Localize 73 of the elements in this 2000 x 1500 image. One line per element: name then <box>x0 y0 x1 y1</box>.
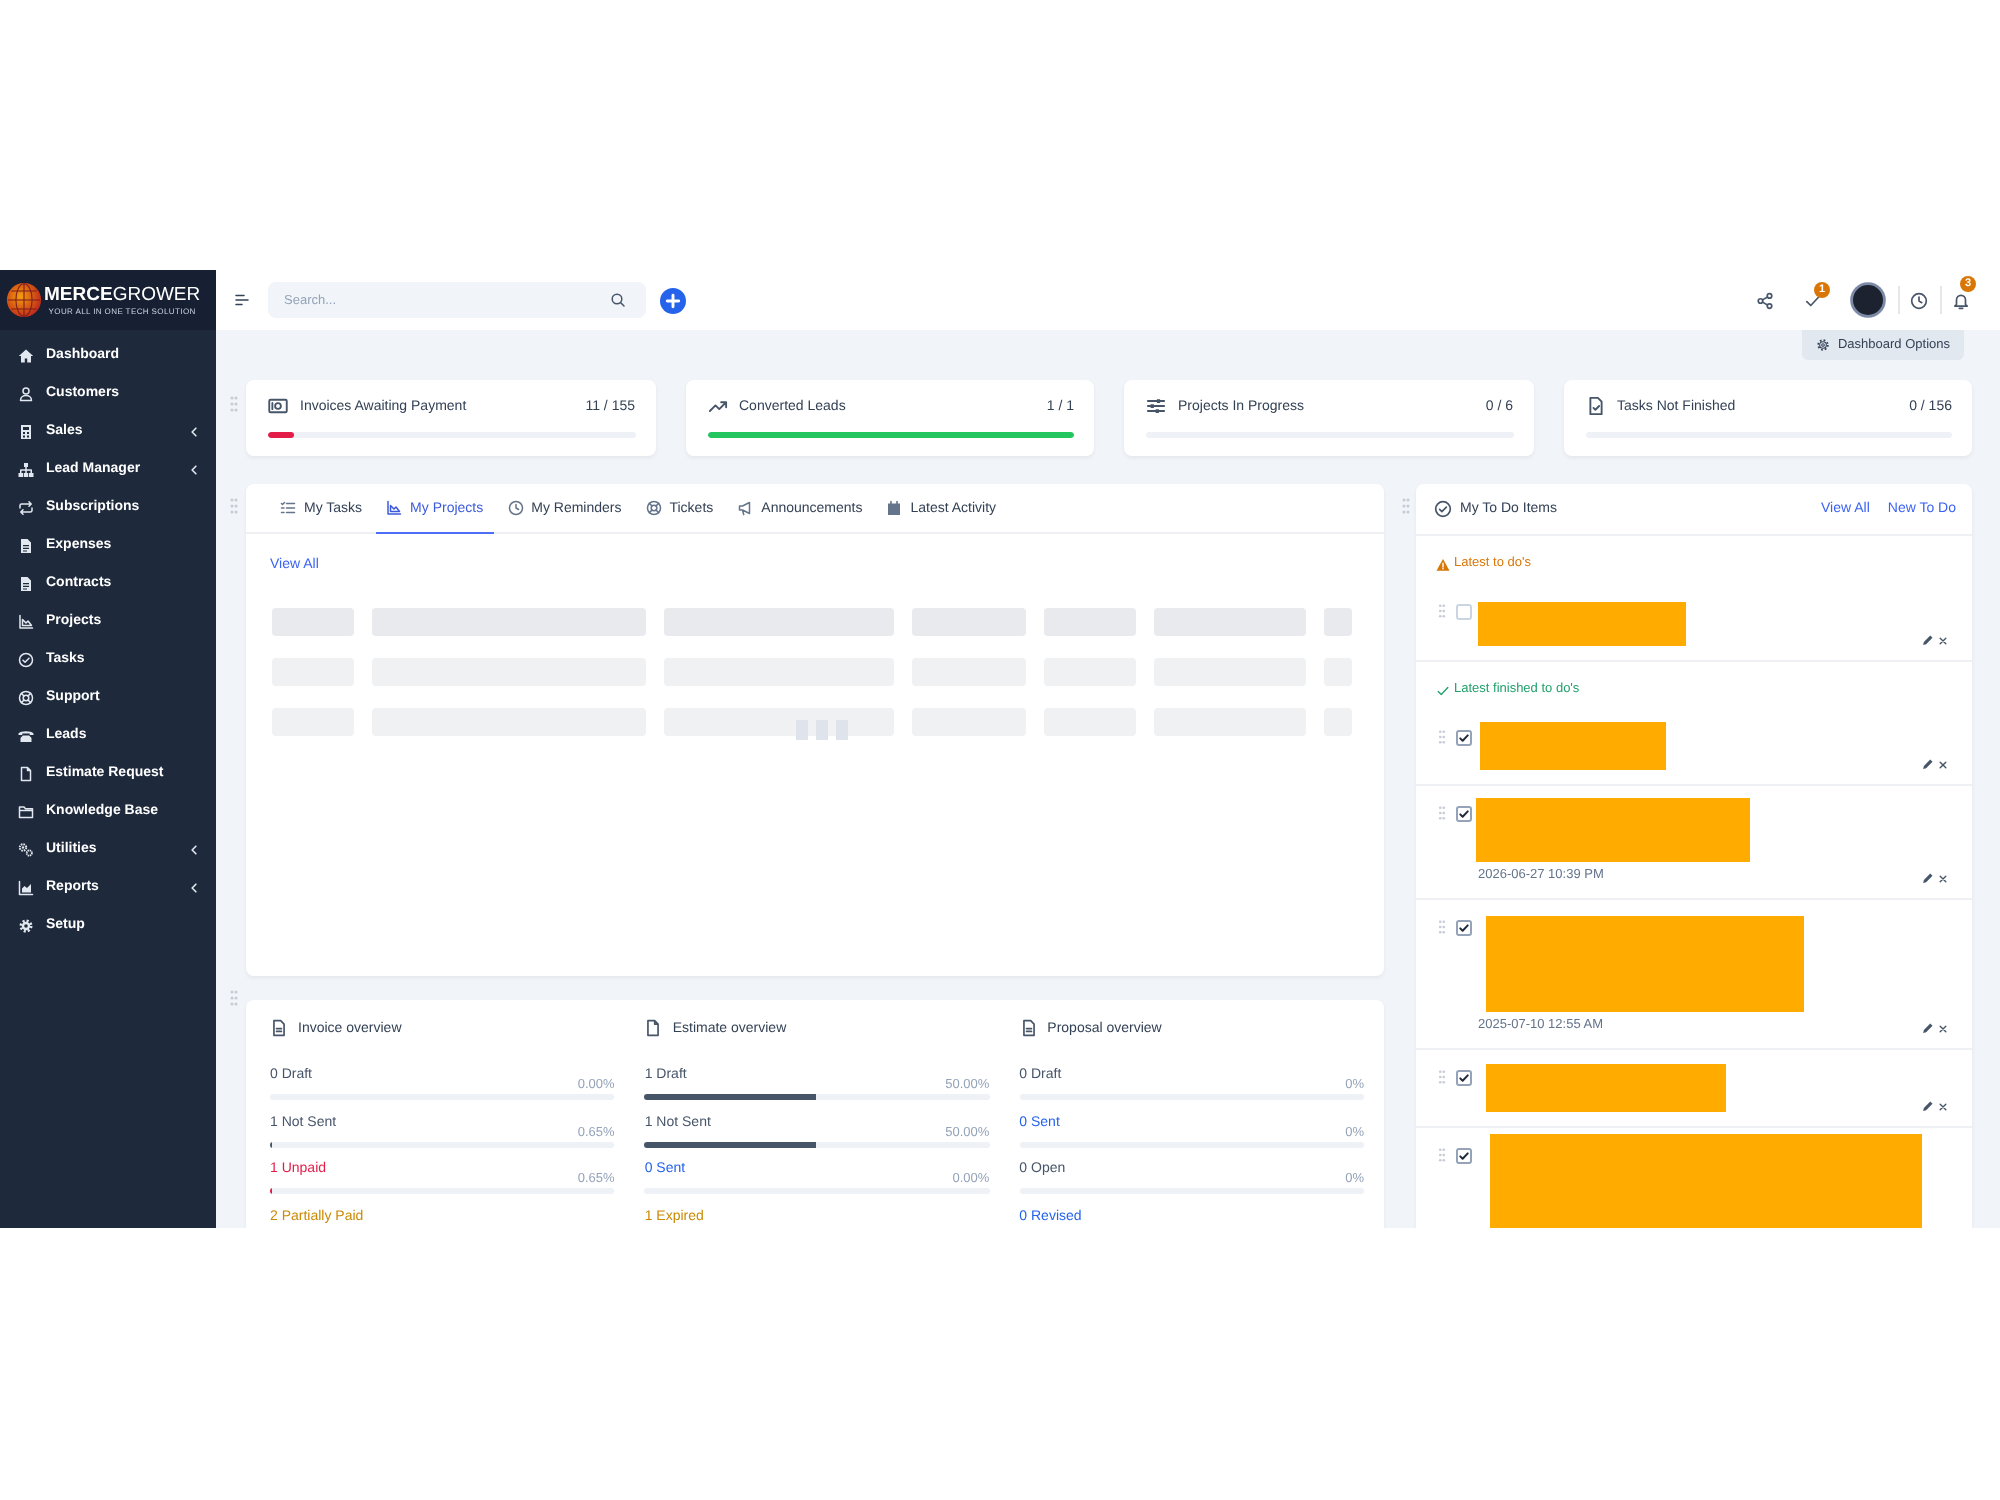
avatar-icon[interactable] <box>1850 282 1886 318</box>
pencil-icon[interactable] <box>1922 1100 1934 1112</box>
cross-icon[interactable] <box>1938 635 1948 645</box>
gears-icon <box>18 841 34 857</box>
drag-handle-icon[interactable] <box>230 990 238 1006</box>
cross-icon[interactable] <box>1938 1023 1948 1033</box>
checklist-icon <box>280 500 296 516</box>
check-circle-icon <box>1434 500 1452 518</box>
checkbox[interactable] <box>1456 1070 1472 1086</box>
file-icon <box>644 1018 663 1038</box>
globe-logo-icon <box>6 282 42 318</box>
drag-handle-icon[interactable] <box>1438 806 1446 820</box>
file-icon <box>18 537 34 553</box>
drag-handle-icon[interactable] <box>1438 1070 1446 1084</box>
search-icon[interactable] <box>610 292 626 308</box>
chart-icon <box>18 613 34 629</box>
cross-icon[interactable] <box>1938 1101 1948 1111</box>
chevron-left-icon <box>188 425 200 437</box>
plus-icon[interactable] <box>660 287 686 313</box>
chevron-left-icon <box>188 881 200 893</box>
checkbox[interactable] <box>1456 730 1472 746</box>
phone-icon <box>18 727 34 743</box>
chevron-left-icon <box>188 463 200 475</box>
checkbox[interactable] <box>1456 806 1472 822</box>
menu-icon[interactable] <box>234 292 250 308</box>
drag-handle-icon[interactable] <box>230 396 238 412</box>
life-ring-icon <box>18 689 34 705</box>
gear-icon <box>18 917 34 933</box>
user-icon <box>18 385 34 401</box>
chevron-left-icon <box>188 843 200 855</box>
life-ring-icon <box>645 500 662 516</box>
repeat-arrows-icon <box>18 499 34 515</box>
sitemap-icon <box>18 461 34 477</box>
area-chart-icon <box>18 879 34 895</box>
bell-icon[interactable] <box>1952 291 1970 309</box>
drag-handle-icon[interactable] <box>1402 498 1410 514</box>
file-check-icon <box>1585 396 1605 416</box>
drag-handle-icon[interactable] <box>1438 920 1446 934</box>
drag-handle-icon[interactable] <box>1438 1148 1446 1162</box>
checkbox[interactable] <box>1456 604 1472 620</box>
pencil-icon[interactable] <box>1922 634 1934 646</box>
clock-icon[interactable] <box>1910 291 1928 309</box>
drag-handle-icon[interactable] <box>1438 730 1446 744</box>
file-icon <box>1019 1018 1038 1038</box>
pencil-icon[interactable] <box>1922 872 1934 884</box>
brand-name: MERCEGROWER <box>44 285 201 305</box>
calculator-icon <box>18 423 34 439</box>
drag-handle-icon[interactable] <box>230 498 238 514</box>
cross-icon[interactable] <box>1938 873 1948 883</box>
home-icon <box>18 347 34 363</box>
settings-icon <box>1815 338 1830 352</box>
megaphone-icon <box>737 500 754 516</box>
pencil-icon[interactable] <box>1922 1022 1934 1034</box>
chart-icon <box>386 500 403 516</box>
warning-icon <box>1436 557 1450 571</box>
file-icon <box>270 1018 288 1038</box>
pencil-icon[interactable] <box>1922 758 1934 770</box>
check-circle-icon <box>18 651 34 667</box>
folder-icon <box>18 803 34 819</box>
banknote-icon <box>268 396 288 416</box>
cross-icon[interactable] <box>1938 759 1948 769</box>
drag-handle-icon[interactable] <box>1438 604 1446 618</box>
checkbox[interactable] <box>1456 920 1472 936</box>
calendar-icon <box>886 500 903 516</box>
file-icon <box>18 765 34 781</box>
sliders-icon <box>1146 396 1166 416</box>
check-icon[interactable] <box>1804 291 1822 309</box>
check-icon <box>1436 683 1450 697</box>
trending-up-icon <box>707 396 727 416</box>
file-icon <box>18 575 34 591</box>
share-icon[interactable] <box>1756 291 1774 309</box>
checkbox[interactable] <box>1456 1148 1472 1164</box>
clock-icon <box>507 500 524 516</box>
